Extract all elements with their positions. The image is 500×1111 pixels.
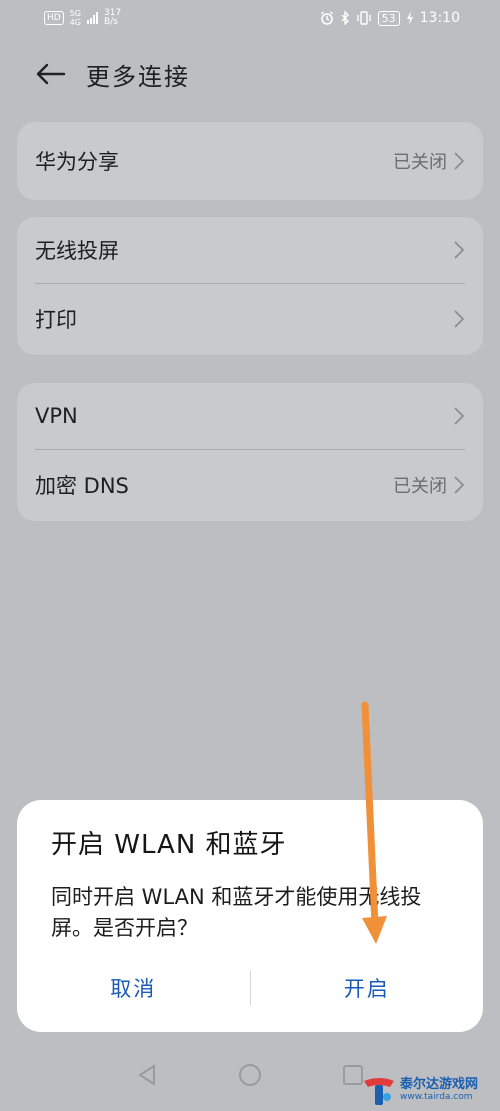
- row-wireless-projection[interactable]: 无线投屏: [17, 217, 483, 283]
- row-label: 加密 DNS: [35, 474, 129, 498]
- alarm-icon: [320, 11, 333, 25]
- signal-icon: [87, 12, 98, 24]
- page-title: 更多连接: [86, 62, 190, 91]
- charging-icon: [406, 11, 413, 25]
- row-huawei-share[interactable]: 华为分享 已关闭: [17, 122, 483, 200]
- watermark-text: 泰尔达游戏网 www.tairda.com: [400, 1077, 479, 1103]
- watermark-url: www.tairda.com: [400, 1092, 473, 1102]
- home-circle-icon[interactable]: [238, 1063, 262, 1087]
- chevron-right-icon: [453, 151, 465, 171]
- row-label: 华为分享: [35, 150, 119, 174]
- card-huawei-share: 华为分享 已关闭: [17, 122, 483, 200]
- row-label: 打印: [35, 308, 77, 332]
- back-button[interactable]: [28, 52, 72, 96]
- watermark-name: 泰尔达游戏网: [400, 1077, 479, 1092]
- card-vpn-dns: VPN 加密 DNS 已关闭: [17, 383, 483, 521]
- header: 更多连接: [0, 48, 500, 100]
- status-bar: HD 5G 4G 317 B/s 53 13:10: [0, 0, 500, 36]
- divider: [35, 283, 465, 284]
- row-label: 无线投屏: [35, 239, 119, 263]
- dialog-buttons: 取消 开启: [17, 968, 483, 1008]
- row-encrypted-dns[interactable]: 加密 DNS 已关闭: [17, 449, 483, 521]
- vibrate-icon: [356, 11, 371, 25]
- bluetooth-icon: [341, 11, 349, 25]
- row-status: 已关闭: [393, 152, 447, 173]
- chevron-right-icon: [453, 406, 465, 426]
- dialog: 开启 WLAN 和蓝牙 同时开启 WLAN 和蓝牙才能使用无线投屏。是否开启？ …: [17, 800, 483, 1032]
- network-type-top: 5G: [69, 9, 81, 18]
- chevron-right-icon: [453, 475, 465, 495]
- cancel-button[interactable]: 取消: [17, 973, 250, 1003]
- watermark-logo-icon: [364, 1078, 394, 1105]
- row-vpn[interactable]: VPN: [17, 383, 483, 449]
- divider: [35, 449, 465, 450]
- row-label: VPN: [35, 404, 78, 428]
- recents-square-icon[interactable]: [342, 1064, 364, 1086]
- clock: 13:10: [419, 10, 460, 26]
- watermark: 泰尔达游戏网 www.tairda.com: [362, 1074, 496, 1108]
- back-triangle-icon[interactable]: [136, 1064, 158, 1086]
- status-right: 53 13:10: [320, 10, 460, 26]
- row-status: 已关闭: [393, 476, 447, 497]
- network-type: 5G 4G: [70, 9, 81, 27]
- status-left: HD 5G 4G 317 B/s: [44, 9, 121, 27]
- enable-button[interactable]: 开启: [251, 973, 484, 1003]
- chevron-right-icon: [453, 240, 465, 260]
- card-cast-print: 无线投屏 打印: [17, 217, 483, 355]
- network-speed-unit: B/s: [104, 17, 118, 27]
- battery-icon: 53: [377, 10, 400, 26]
- dialog-title: 开启 WLAN 和蓝牙: [51, 830, 287, 860]
- chevron-right-icon: [453, 309, 465, 329]
- row-print[interactable]: 打印: [17, 283, 483, 355]
- hd-icon: HD: [44, 11, 64, 25]
- back-arrow-icon: [36, 63, 66, 85]
- network-speed: 317 B/s: [104, 9, 121, 27]
- network-type-bottom: 4G: [69, 18, 81, 27]
- dialog-message: 同时开启 WLAN 和蓝牙才能使用无线投屏。是否开启？: [51, 885, 422, 940]
